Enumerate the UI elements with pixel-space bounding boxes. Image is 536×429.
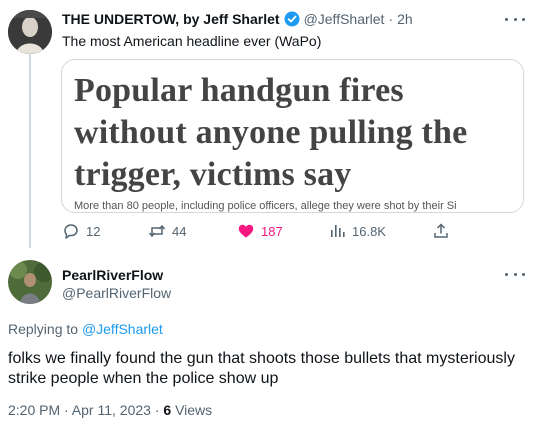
card-subheadline: More than 80 people, including police of… bbox=[74, 200, 457, 212]
replying-to-handle-link[interactable]: @JeffSharlet bbox=[82, 321, 163, 337]
reply-more-options-icon[interactable] bbox=[505, 266, 525, 282]
views-button[interactable]: 16.8K bbox=[328, 222, 386, 240]
reply-count: 12 bbox=[86, 223, 101, 239]
reply-author-name[interactable]: PearlRiverFlow bbox=[62, 267, 163, 283]
author-avatar[interactable] bbox=[8, 10, 52, 54]
views-count: 16.8K bbox=[352, 223, 386, 239]
thread-connector-line bbox=[29, 52, 31, 248]
retweet-count: 44 bbox=[172, 223, 187, 239]
tweet-text: The most American headline ever (WaPo) bbox=[62, 33, 322, 49]
retweet-icon bbox=[148, 222, 166, 240]
like-button[interactable]: 187 bbox=[237, 222, 283, 240]
share-icon bbox=[432, 222, 450, 240]
header-separator: · bbox=[388, 11, 394, 27]
heart-icon bbox=[237, 222, 255, 240]
verified-badge-icon bbox=[284, 11, 300, 27]
analytics-icon bbox=[328, 222, 346, 240]
author-avatar-image bbox=[8, 10, 52, 54]
reply-timestamp[interactable]: 2:20 PM · Apr 11, 2023 · bbox=[8, 402, 160, 418]
author-handle[interactable]: @JeffSharlet bbox=[304, 11, 385, 27]
reply-icon bbox=[62, 222, 80, 240]
share-button[interactable] bbox=[432, 222, 450, 240]
author-name[interactable]: THE UNDERTOW, by Jeff Sharlet bbox=[62, 11, 280, 27]
reply-avatar-image bbox=[8, 260, 52, 304]
link-preview-card[interactable]: Popular handgun fires without anyone pul… bbox=[61, 59, 524, 213]
reply-text: folks we finally found the gun that shoo… bbox=[8, 350, 515, 387]
tweet-time[interactable]: 2h bbox=[397, 11, 413, 27]
reply-button[interactable]: 12 bbox=[62, 222, 100, 240]
reply-author-handle[interactable]: @PearlRiverFlow bbox=[62, 285, 171, 301]
more-options-icon[interactable] bbox=[505, 11, 525, 27]
reply-views-count: 6 bbox=[163, 402, 172, 418]
retweet-button[interactable]: 44 bbox=[148, 222, 186, 240]
card-headline: Popular handgun fires without anyone pul… bbox=[74, 72, 468, 193]
reply-views-label: Views bbox=[175, 402, 213, 418]
replying-to-label: Replying to bbox=[8, 321, 79, 337]
like-count: 187 bbox=[261, 223, 283, 239]
reply-author-avatar[interactable] bbox=[8, 260, 52, 304]
